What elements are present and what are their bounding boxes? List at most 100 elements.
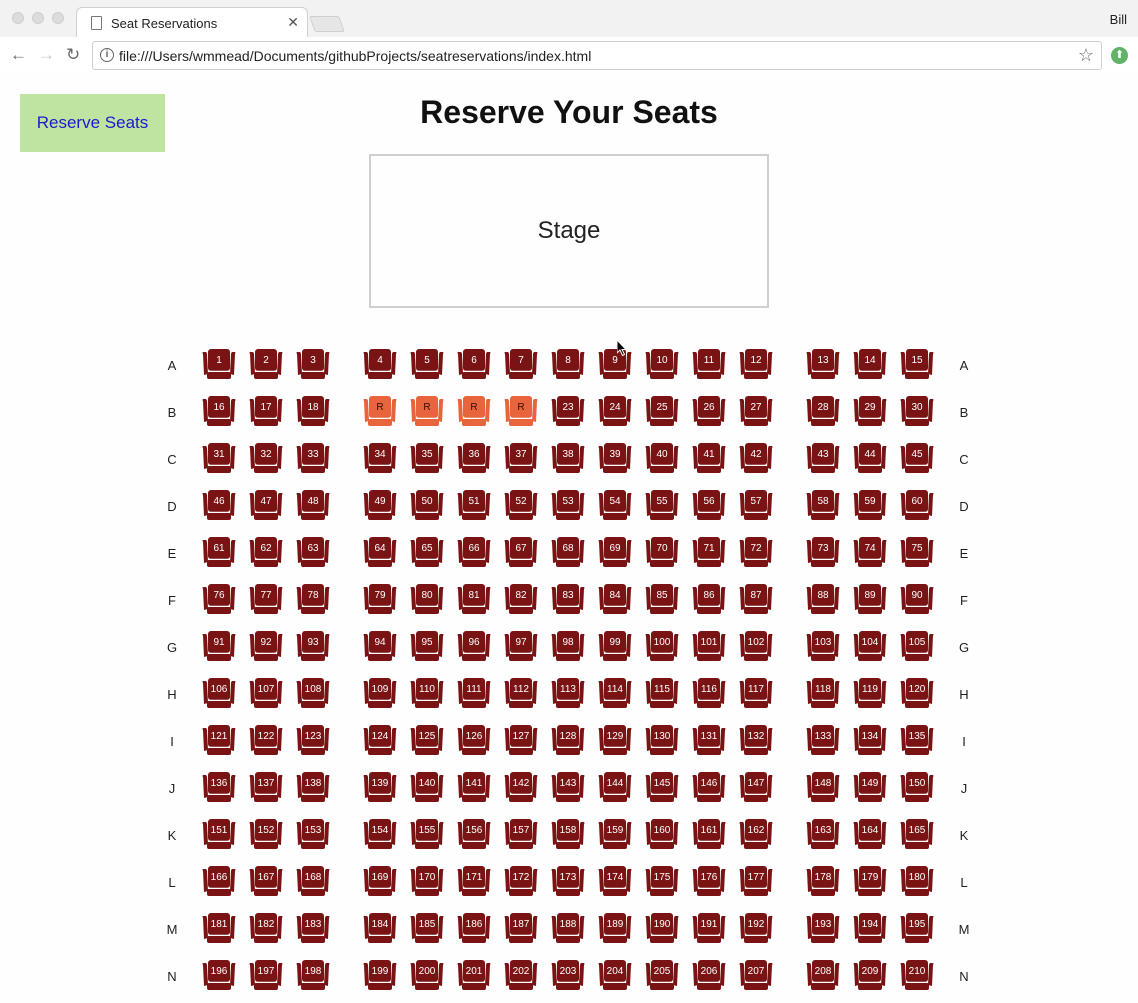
seat-104[interactable]: 104 (852, 630, 888, 664)
seat-68[interactable]: 68 (550, 536, 586, 570)
seat-9[interactable]: 9 (597, 348, 633, 382)
seat-183[interactable]: 183 (295, 912, 331, 946)
seat-27[interactable]: 27 (738, 395, 774, 429)
seat-79[interactable]: 79 (362, 583, 398, 617)
seat-150[interactable]: 150 (899, 771, 935, 805)
seat-17[interactable]: 17 (248, 395, 284, 429)
seat-171[interactable]: 171 (456, 865, 492, 899)
seat-72[interactable]: 72 (738, 536, 774, 570)
seat-86[interactable]: 86 (691, 583, 727, 617)
seat-75[interactable]: 75 (899, 536, 935, 570)
seat-64[interactable]: 64 (362, 536, 398, 570)
seat-83[interactable]: 83 (550, 583, 586, 617)
seat-165[interactable]: 165 (899, 818, 935, 852)
seat-5[interactable]: 5 (409, 348, 445, 382)
seat-210[interactable]: 210 (899, 959, 935, 993)
seat-155[interactable]: 155 (409, 818, 445, 852)
seat-158[interactable]: 158 (550, 818, 586, 852)
seat-90[interactable]: 90 (899, 583, 935, 617)
seat-146[interactable]: 146 (691, 771, 727, 805)
seat-189[interactable]: 189 (597, 912, 633, 946)
seat-8[interactable]: 8 (550, 348, 586, 382)
seat-54[interactable]: 54 (597, 489, 633, 523)
seat-2[interactable]: 2 (248, 348, 284, 382)
seat-185[interactable]: 185 (409, 912, 445, 946)
seat-203[interactable]: 203 (550, 959, 586, 993)
seat-52[interactable]: 52 (503, 489, 539, 523)
seat-81[interactable]: 81 (456, 583, 492, 617)
seat-176[interactable]: 176 (691, 865, 727, 899)
seat-45[interactable]: 45 (899, 442, 935, 476)
seat-116[interactable]: 116 (691, 677, 727, 711)
seat-80[interactable]: 80 (409, 583, 445, 617)
seat-59[interactable]: 59 (852, 489, 888, 523)
seat-184[interactable]: 184 (362, 912, 398, 946)
seat-24[interactable]: 24 (597, 395, 633, 429)
seat-107[interactable]: 107 (248, 677, 284, 711)
seat-200[interactable]: 200 (409, 959, 445, 993)
seat-28[interactable]: 28 (805, 395, 841, 429)
seat-100[interactable]: 100 (644, 630, 680, 664)
seat-65[interactable]: 65 (409, 536, 445, 570)
seat-18[interactable]: 18 (295, 395, 331, 429)
seat-3[interactable]: 3 (295, 348, 331, 382)
reload-icon[interactable]: ↻ (66, 45, 80, 65)
seat-123[interactable]: 123 (295, 724, 331, 758)
seat-29[interactable]: 29 (852, 395, 888, 429)
seat-127[interactable]: 127 (503, 724, 539, 758)
seat-139[interactable]: 139 (362, 771, 398, 805)
seat-173[interactable]: 173 (550, 865, 586, 899)
seat-194[interactable]: 194 (852, 912, 888, 946)
seat-187[interactable]: 187 (503, 912, 539, 946)
seat-26[interactable]: 26 (691, 395, 727, 429)
seat-88[interactable]: 88 (805, 583, 841, 617)
seat-136[interactable]: 136 (201, 771, 237, 805)
seat-22[interactable]: R (503, 395, 539, 429)
new-tab-button[interactable] (309, 16, 345, 32)
seat-113[interactable]: 113 (550, 677, 586, 711)
profile-name[interactable]: Bill (1110, 12, 1127, 27)
seat-145[interactable]: 145 (644, 771, 680, 805)
seat-169[interactable]: 169 (362, 865, 398, 899)
seat-201[interactable]: 201 (456, 959, 492, 993)
seat-175[interactable]: 175 (644, 865, 680, 899)
address-bar[interactable]: i file:///Users/wmmead/Documents/githubP… (92, 41, 1102, 70)
seat-61[interactable]: 61 (201, 536, 237, 570)
seat-14[interactable]: 14 (852, 348, 888, 382)
seat-56[interactable]: 56 (691, 489, 727, 523)
seat-25[interactable]: 25 (644, 395, 680, 429)
back-icon[interactable]: ← (10, 45, 27, 65)
seat-31[interactable]: 31 (201, 442, 237, 476)
seat-78[interactable]: 78 (295, 583, 331, 617)
seat-186[interactable]: 186 (456, 912, 492, 946)
seat-151[interactable]: 151 (201, 818, 237, 852)
seat-105[interactable]: 105 (899, 630, 935, 664)
seat-126[interactable]: 126 (456, 724, 492, 758)
seat-170[interactable]: 170 (409, 865, 445, 899)
seat-53[interactable]: 53 (550, 489, 586, 523)
seat-67[interactable]: 67 (503, 536, 539, 570)
seat-134[interactable]: 134 (852, 724, 888, 758)
seat-168[interactable]: 168 (295, 865, 331, 899)
seat-109[interactable]: 109 (362, 677, 398, 711)
seat-15[interactable]: 15 (899, 348, 935, 382)
seat-62[interactable]: 62 (248, 536, 284, 570)
seat-93[interactable]: 93 (295, 630, 331, 664)
seat-77[interactable]: 77 (248, 583, 284, 617)
seat-193[interactable]: 193 (805, 912, 841, 946)
close-tab-icon[interactable]: ✕ (287, 14, 299, 31)
close-window-button[interactable] (12, 12, 24, 24)
seat-124[interactable]: 124 (362, 724, 398, 758)
seat-129[interactable]: 129 (597, 724, 633, 758)
seat-95[interactable]: 95 (409, 630, 445, 664)
maximize-window-button[interactable] (52, 12, 64, 24)
seat-30[interactable]: 30 (899, 395, 935, 429)
seat-16[interactable]: 16 (201, 395, 237, 429)
seat-97[interactable]: 97 (503, 630, 539, 664)
seat-142[interactable]: 142 (503, 771, 539, 805)
seat-19[interactable]: R (362, 395, 398, 429)
bookmark-star-icon[interactable]: ☆ (1078, 45, 1094, 66)
seat-181[interactable]: 181 (201, 912, 237, 946)
seat-40[interactable]: 40 (644, 442, 680, 476)
seat-32[interactable]: 32 (248, 442, 284, 476)
